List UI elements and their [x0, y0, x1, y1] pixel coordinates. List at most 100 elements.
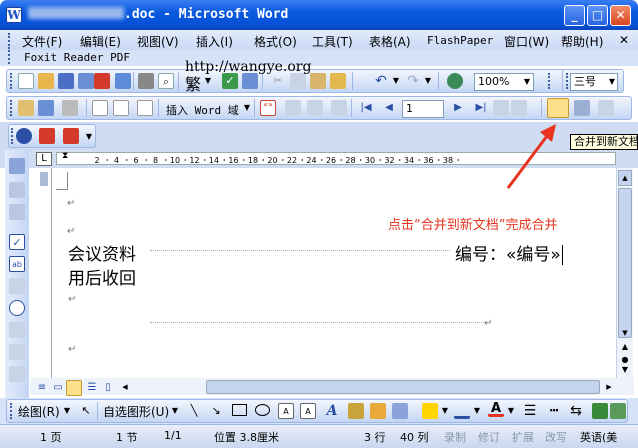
open-folder-icon[interactable] — [38, 73, 54, 89]
print-preview-icon[interactable]: ⌕ — [158, 73, 174, 89]
menu-flashpaper[interactable]: FlashPaper — [427, 34, 493, 47]
select-objects-icon[interactable]: ↖ — [78, 403, 94, 419]
tab-selector[interactable]: L — [36, 152, 52, 166]
scroll-down-icon[interactable]: ▼ — [618, 326, 632, 340]
toolbar-options-icon[interactable] — [548, 73, 551, 89]
first-record-icon[interactable]: |◀ — [358, 100, 374, 116]
foxit-reader-pdf-button[interactable]: Foxit Reader PDF — [24, 51, 130, 64]
vertical-text-box-icon[interactable]: A — [300, 403, 316, 419]
highlight-fields-icon[interactable] — [285, 100, 301, 116]
next-record-icon[interactable]: ▶ — [450, 100, 466, 116]
close-button[interactable]: ✕ — [610, 5, 631, 26]
vertical-ruler[interactable] — [36, 168, 52, 378]
insert-picture-icon[interactable] — [392, 403, 408, 419]
status-record[interactable]: 录制 — [444, 429, 466, 445]
shading-icon[interactable] — [9, 204, 25, 220]
menu-window[interactable]: 窗口(W) — [504, 33, 549, 50]
document-canvas[interactable] — [54, 168, 616, 378]
traditional-dropdown-icon[interactable]: ▼ — [203, 73, 213, 89]
label-icon[interactable]: ab — [9, 256, 25, 272]
undo-icon[interactable]: ↶ — [373, 73, 389, 89]
normal-view-icon[interactable]: ≡ — [34, 380, 50, 396]
word-app-icon[interactable]: W — [6, 7, 22, 23]
font-size-dropdown-icon[interactable]: ▼ — [607, 74, 617, 90]
cut-icon[interactable]: ✂ — [270, 73, 286, 89]
find-entry-icon[interactable] — [493, 100, 509, 116]
insert-word-field-button[interactable]: 插入 Word 域 — [166, 102, 239, 118]
next-page-icon[interactable]: ▼ — [618, 365, 632, 377]
scrollbar-control-icon[interactable] — [9, 366, 25, 382]
menu-insert[interactable]: 插入(I) — [196, 33, 233, 50]
close-document-icon[interactable]: ✕ — [619, 33, 629, 47]
undo-dropdown-icon[interactable]: ▼ — [391, 73, 401, 89]
mailmerge-grip[interactable] — [10, 100, 13, 116]
fill-color-dropdown-icon[interactable]: ▼ — [440, 403, 450, 419]
previous-record-icon[interactable]: ◀ — [381, 100, 397, 116]
oval-tool-icon[interactable] — [255, 404, 270, 416]
status-extend[interactable]: 扩展 — [512, 429, 534, 445]
match-fields-icon[interactable] — [307, 100, 323, 116]
clip-art-icon[interactable] — [370, 403, 386, 419]
forms-grip[interactable] — [11, 128, 14, 144]
rectangle-tool-icon[interactable] — [232, 404, 247, 416]
shadow-style-icon[interactable] — [592, 403, 608, 419]
print-icon[interactable] — [138, 73, 154, 89]
menu-grip[interactable] — [8, 33, 11, 49]
zoom-dropdown-icon[interactable]: ▼ — [522, 74, 532, 90]
status-track-changes[interactable]: 修订 — [478, 429, 500, 445]
combobox-icon[interactable] — [9, 322, 25, 338]
standard-grip[interactable] — [10, 73, 13, 89]
research-icon[interactable] — [242, 73, 258, 89]
arrow-tool-icon[interactable]: ↘ — [208, 403, 224, 419]
print-layout-view-icon[interactable] — [66, 380, 82, 396]
pdf-icon[interactable] — [94, 73, 110, 89]
red-table-icon[interactable] — [39, 128, 55, 144]
scroll-right-icon[interactable]: ▶ — [602, 380, 616, 394]
font-color-dropdown-icon[interactable]: ▼ — [506, 403, 516, 419]
menu-tools[interactable]: 工具(T) — [312, 33, 353, 50]
save-icon[interactable] — [58, 73, 74, 89]
menu-file[interactable]: 文件(F) — [22, 33, 62, 50]
scroll-up-icon[interactable]: ▲ — [618, 170, 632, 186]
select-browse-object-icon[interactable]: ● — [618, 355, 632, 365]
main-document-setup-icon[interactable] — [18, 100, 34, 116]
horizontal-scroll-thumb[interactable] — [206, 380, 600, 394]
text-box-icon[interactable]: A — [278, 403, 294, 419]
format-painter-icon[interactable] — [330, 73, 346, 89]
doc-left-line2[interactable]: 用后收回 — [68, 264, 136, 289]
dial-icon[interactable] — [16, 128, 32, 144]
menu-view[interactable]: 视图(V) — [137, 33, 179, 50]
frame-icon[interactable] — [9, 344, 25, 360]
dash-style-icon[interactable]: ┅ — [546, 403, 562, 419]
spelling-icon[interactable]: ✓ — [222, 73, 238, 89]
fontsize-grip[interactable] — [566, 73, 569, 89]
foxit-grip[interactable] — [8, 50, 11, 64]
font-color-icon[interactable]: A — [488, 401, 504, 417]
redo-icon[interactable]: ↷ — [405, 73, 421, 89]
3d-style-icon[interactable] — [610, 403, 626, 419]
scroll-thumb[interactable] — [618, 188, 632, 338]
line-style-icon[interactable]: ☰ — [522, 403, 538, 419]
menu-edit[interactable]: 编辑(E) — [80, 33, 121, 50]
insert-greeting-icon[interactable] — [113, 100, 129, 116]
outline-view-icon[interactable]: ☰ — [84, 380, 100, 396]
go-to-record-input[interactable]: 1 — [402, 100, 444, 118]
propagate-labels-icon[interactable] — [331, 100, 347, 116]
reading-view-icon[interactable]: ▯ — [100, 380, 116, 396]
web-view-icon[interactable]: ▭ — [50, 380, 66, 396]
indent-marker-icon[interactable]: ⧗ — [62, 151, 68, 161]
arrow-style-icon[interactable]: ⇆ — [568, 403, 584, 419]
fill-color-icon[interactable] — [422, 403, 438, 419]
menu-table[interactable]: 表格(A) — [369, 33, 411, 50]
line-color-dropdown-icon[interactable]: ▼ — [472, 403, 482, 419]
menu-help[interactable]: 帮助(H) — [561, 33, 603, 50]
forms-dropdown-icon[interactable]: ▼ — [84, 129, 94, 145]
insert-address-block-icon[interactable] — [92, 100, 108, 116]
draw-menu-button[interactable]: 绘图(R) — [18, 403, 60, 420]
autoshapes-dropdown-icon[interactable]: ▼ — [170, 403, 180, 419]
minimize-button[interactable]: _ — [564, 5, 585, 26]
open-data-source-icon[interactable] — [38, 100, 54, 116]
redo-dropdown-icon[interactable]: ▼ — [423, 73, 433, 89]
line-color-icon[interactable] — [454, 403, 470, 419]
autoshapes-button[interactable]: 自选图形(U) — [103, 403, 169, 420]
